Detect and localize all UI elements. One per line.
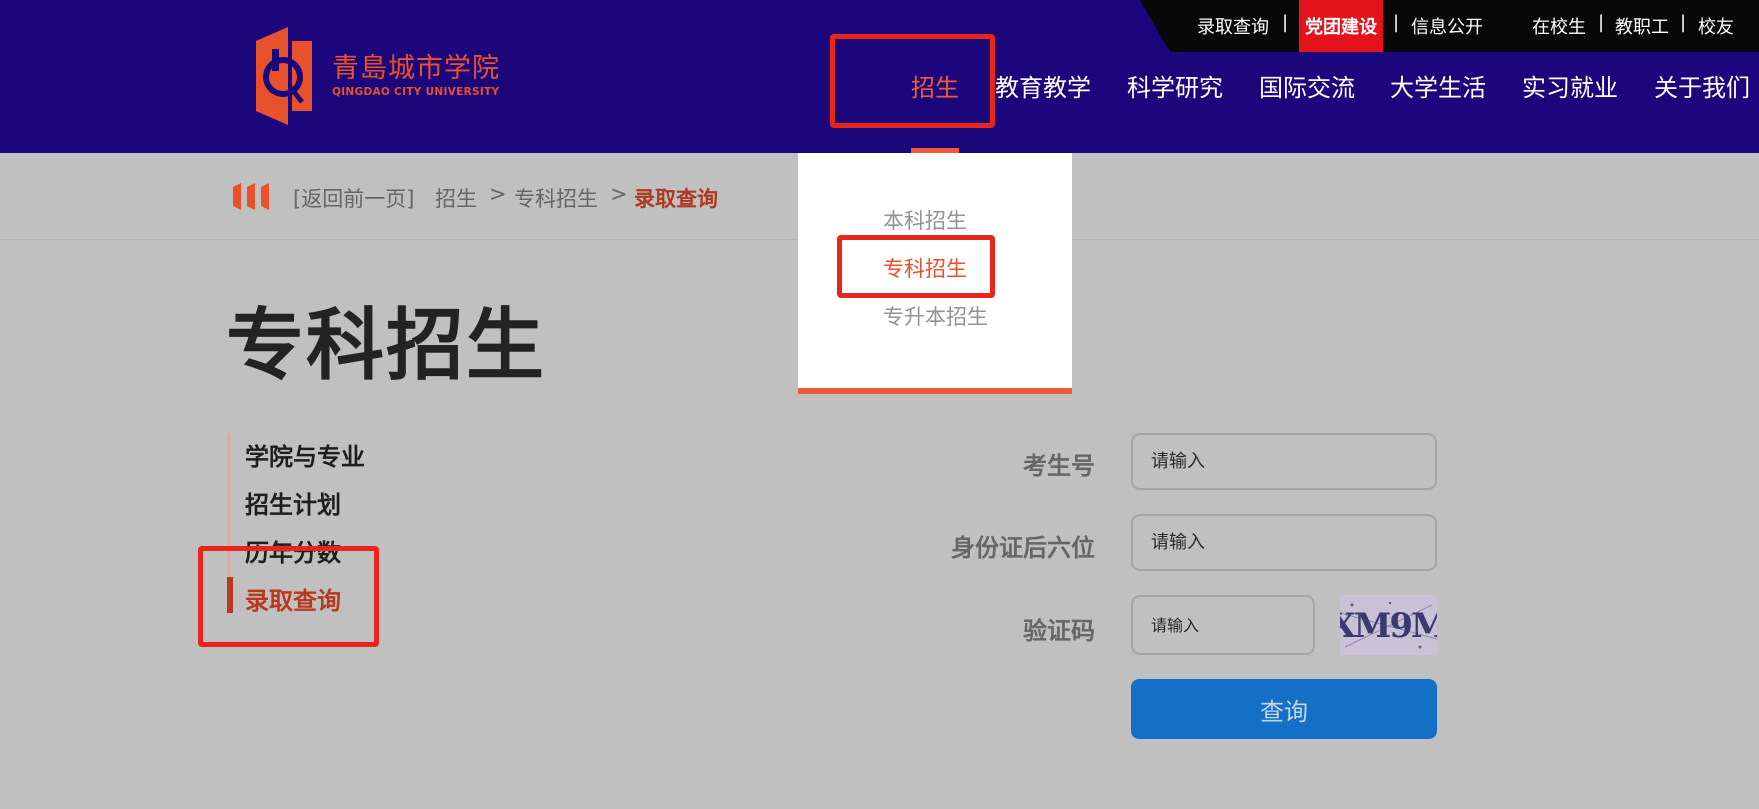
captcha-text: XM9M — [1340, 606, 1437, 646]
chevron-right-icon: > — [489, 182, 507, 206]
top-separator: | — [1393, 12, 1400, 33]
logo-text: 青島城市学院 QINGDAO CITY UNIVERSITY — [332, 53, 500, 99]
students-link[interactable]: 在校生 — [1532, 13, 1586, 39]
logo-emblem-icon — [256, 27, 312, 125]
exam-number-label: 考生号 — [1023, 452, 1095, 480]
highlight-box-dropdown — [837, 235, 995, 298]
top-separator: | — [1282, 12, 1289, 33]
sidebar-item-majors[interactable]: 学院与专业 — [245, 437, 365, 472]
sidebar-item-plan[interactable]: 招生计划 — [245, 485, 341, 520]
top-separator: | — [1680, 12, 1687, 33]
dropdown-item-upgrade[interactable]: 专升本招生 — [883, 301, 988, 331]
nav-research[interactable]: 科学研究 — [1127, 68, 1223, 103]
top-separator: | — [1598, 12, 1605, 33]
breadcrumb-admissions[interactable]: 招生 — [435, 183, 477, 213]
highlight-box-sidebar — [198, 546, 379, 647]
admission-query-link[interactable]: 录取查询 — [1197, 13, 1269, 39]
id-last-six-label: 身份证后六位 — [951, 534, 1095, 562]
alumni-link[interactable]: 校友 — [1698, 13, 1734, 39]
dropdown-item-undergrad[interactable]: 本科招生 — [883, 205, 967, 235]
party-building-label: 党团建设 — [1305, 17, 1377, 38]
staff-link[interactable]: 教职工 — [1615, 13, 1669, 39]
info-disclosure-link[interactable]: 信息公开 — [1411, 13, 1483, 39]
party-building-link[interactable]: 党团建设 — [1299, 0, 1383, 52]
breadcrumb-associate[interactable]: 专科招生 — [514, 183, 598, 213]
nav-education[interactable]: 教育教学 — [995, 68, 1091, 103]
captcha-label: 验证码 — [1023, 617, 1095, 645]
chevron-right-icon: > — [610, 182, 628, 206]
nav-international[interactable]: 国际交流 — [1259, 68, 1355, 103]
highlight-box-nav — [830, 34, 995, 128]
captcha-image[interactable]: XM9M — [1340, 595, 1437, 655]
logo-name-cn: 青島城市学院 — [332, 53, 500, 84]
nav-about[interactable]: 关于我们 — [1654, 68, 1750, 103]
page-title: 专科招生 — [226, 301, 547, 391]
query-submit-button[interactable]: 查询 — [1131, 679, 1437, 739]
captcha-input[interactable] — [1131, 595, 1315, 655]
nav-careers[interactable]: 实习就业 — [1522, 68, 1618, 103]
nav-campus-life[interactable]: 大学生活 — [1390, 68, 1486, 103]
id-last-six-input[interactable] — [1131, 514, 1437, 571]
logo-name-en: QINGDAO CITY UNIVERSITY — [332, 86, 500, 98]
breadcrumb-current: 录取查询 — [634, 187, 718, 211]
breadcrumb-icon — [233, 183, 269, 210]
exam-number-input[interactable] — [1131, 433, 1437, 490]
back-link[interactable]: [返回前一页] — [293, 183, 414, 213]
site-logo[interactable]: 青島城市学院 QINGDAO CITY UNIVERSITY — [250, 27, 500, 125]
